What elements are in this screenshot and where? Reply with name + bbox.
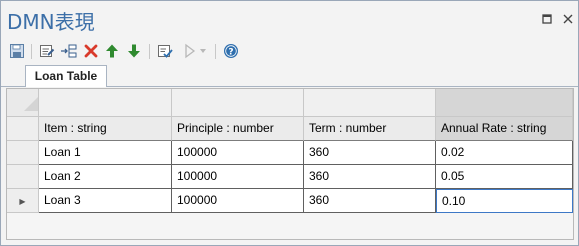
save-icon[interactable] — [8, 42, 26, 60]
column-header-strip[interactable] — [39, 89, 172, 117]
grid-corner[interactable] — [7, 89, 39, 117]
table-cell[interactable]: 360 — [304, 141, 436, 165]
move-up-icon[interactable] — [103, 42, 121, 60]
move-down-icon[interactable] — [125, 42, 143, 60]
run-dropdown-icon[interactable] — [197, 42, 209, 60]
help-icon[interactable]: ? — [222, 42, 240, 60]
table-cell[interactable]: 100000 — [172, 189, 304, 213]
column-header[interactable]: Term : number — [304, 117, 436, 141]
dmn-window: DMN表現 ? Loan Table Item: string Princip… — [0, 0, 579, 246]
table-cell[interactable]: 0.02 — [436, 141, 573, 165]
toolbar: ? — [1, 39, 578, 65]
column-header[interactable]: Item : string — [39, 117, 172, 141]
column-header-strip[interactable] — [172, 89, 304, 117]
title-bar: DMN表現 — [1, 1, 578, 37]
table-cell[interactable]: 360 — [304, 189, 436, 213]
column-header[interactable]: Annual Rate : string — [436, 117, 573, 141]
insert-column-icon[interactable] — [60, 42, 78, 60]
validate-icon[interactable] — [156, 42, 174, 60]
window-title: DMN表現 — [7, 10, 95, 34]
column-header[interactable]: Principle : number — [172, 117, 304, 141]
table-cell[interactable]: Loan 3 — [39, 189, 172, 213]
table-cell[interactable]: Loan 1 — [39, 141, 172, 165]
decision-table: Item : string Principle : number Term : nu… — [6, 88, 574, 240]
table-cell[interactable]: 100000 — [172, 165, 304, 189]
table-cell[interactable]: 0.05 — [436, 165, 573, 189]
delete-icon[interactable] — [82, 42, 100, 60]
column-header-strip[interactable] — [304, 89, 436, 117]
edit-table-icon[interactable] — [38, 42, 56, 60]
table-cell[interactable]: Loan 2 — [39, 165, 172, 189]
row-header[interactable]: ▶ — [7, 189, 39, 213]
table-cell[interactable]: 100000 — [172, 141, 304, 165]
pin-icon[interactable] — [540, 13, 554, 27]
table-cell[interactable]: 0.10 — [436, 189, 573, 213]
table-cell[interactable]: 360 — [304, 165, 436, 189]
row-header[interactable] — [7, 141, 39, 165]
row-header[interactable] — [7, 117, 39, 141]
close-icon[interactable] — [561, 13, 575, 27]
column-header-strip[interactable] — [436, 89, 573, 117]
current-row-indicator-icon: ▶ — [19, 197, 26, 206]
svg-text:?: ? — [228, 48, 233, 58]
tab-loan-table[interactable]: Loan Table — [25, 65, 107, 87]
row-header[interactable] — [7, 165, 39, 189]
tab-strip: Loan Table — [1, 65, 578, 87]
